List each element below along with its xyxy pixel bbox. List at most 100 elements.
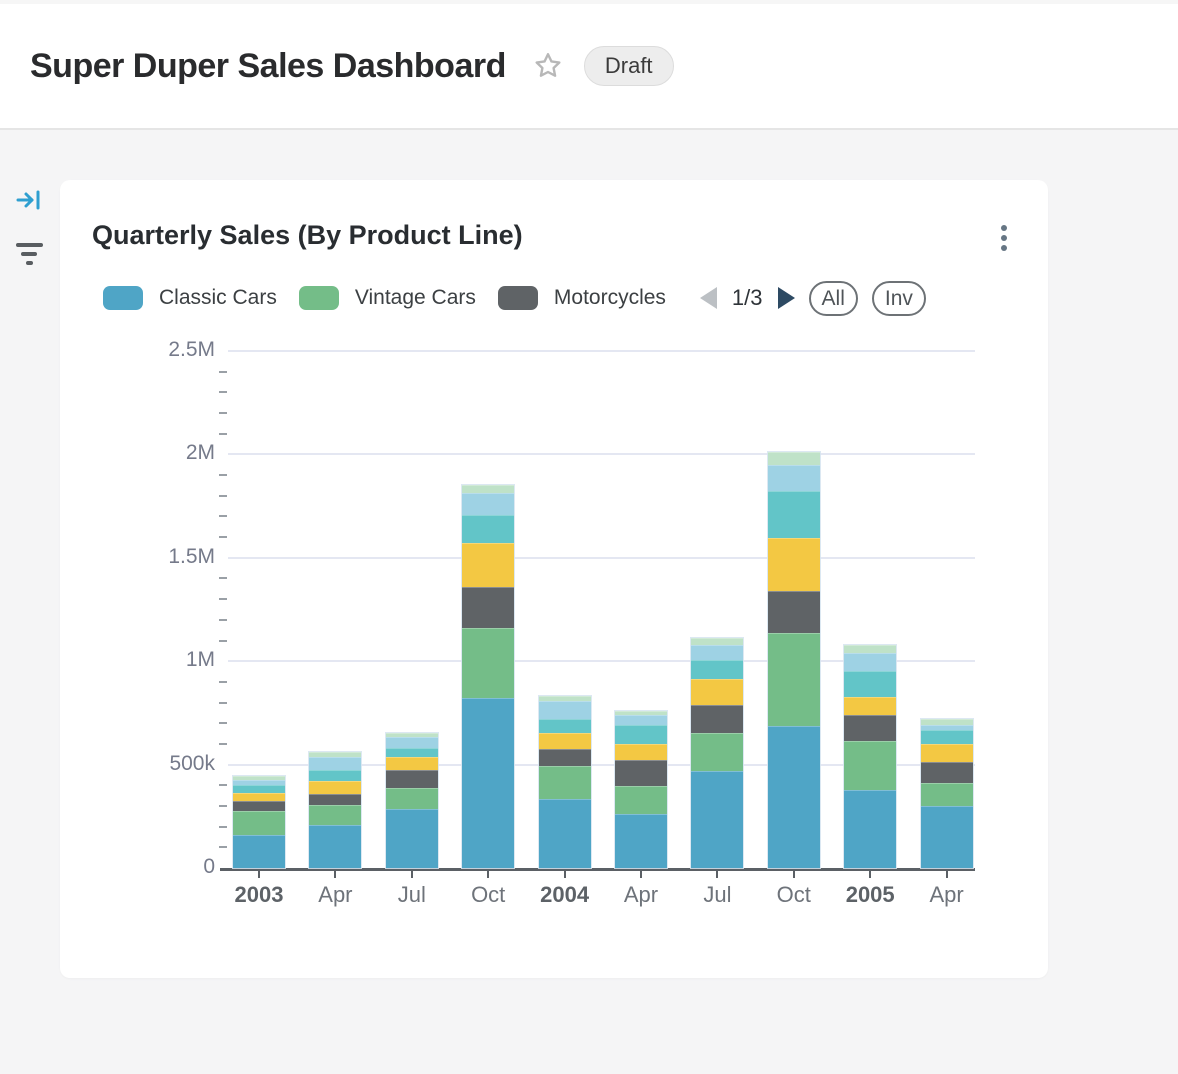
stacked-bar-oct[interactable] — [462, 485, 514, 868]
bar-segment[interactable] — [386, 748, 438, 757]
x-axis-tick — [334, 871, 336, 878]
bar-segment[interactable] — [844, 790, 896, 868]
bar-segment[interactable] — [462, 628, 514, 699]
bar-segment[interactable] — [386, 737, 438, 748]
bar-segment[interactable] — [386, 788, 438, 810]
bar-segment[interactable] — [462, 698, 514, 868]
x-axis-tick — [564, 871, 566, 878]
bar-segment[interactable] — [539, 733, 591, 749]
bar-segment[interactable] — [768, 591, 820, 632]
bar-segment[interactable] — [615, 760, 667, 787]
bar-segment[interactable] — [539, 799, 591, 868]
bar-segment[interactable] — [691, 771, 743, 868]
bar-segment[interactable] — [768, 633, 820, 726]
bar-segment[interactable] — [309, 805, 361, 825]
x-axis-tick — [793, 871, 795, 878]
stacked-bar-apr[interactable] — [615, 711, 667, 868]
bar-segment[interactable] — [309, 770, 361, 781]
bar-segment[interactable] — [462, 515, 514, 542]
bar-segment[interactable] — [462, 587, 514, 628]
y-minor-tick — [219, 805, 227, 807]
bar-segment[interactable] — [921, 744, 973, 763]
y-minor-tick — [219, 433, 227, 435]
bar-segment[interactable] — [386, 770, 438, 788]
y-minor-tick — [219, 846, 227, 848]
bar-segment[interactable] — [921, 783, 973, 806]
stacked-bar-jul[interactable] — [386, 733, 438, 868]
favorite-star-button[interactable] — [532, 50, 564, 82]
bar-segment[interactable] — [462, 485, 514, 493]
mini-sidebar — [0, 180, 58, 288]
bar-segment[interactable] — [615, 744, 667, 760]
bar-segment[interactable] — [768, 538, 820, 592]
stacked-bar-apr[interactable] — [309, 752, 361, 868]
bar-segment[interactable] — [539, 719, 591, 733]
bar-segment[interactable] — [386, 757, 438, 770]
stacked-bar-2004[interactable] — [539, 696, 591, 868]
y-minor-tick — [219, 577, 227, 579]
plot-area — [228, 351, 975, 868]
bar-segment[interactable] — [921, 762, 973, 783]
bar-segment[interactable] — [768, 726, 820, 868]
app-header: Super Duper Sales Dashboard Draft — [0, 4, 1178, 130]
x-axis-tick — [716, 871, 718, 878]
bar-segment[interactable] — [691, 733, 743, 771]
bar-segment[interactable] — [462, 493, 514, 516]
bar-segment[interactable] — [233, 811, 285, 835]
bar-segment[interactable] — [844, 671, 896, 697]
bar-segment[interactable] — [921, 806, 973, 868]
bar-segment[interactable] — [844, 697, 896, 716]
y-axis-label: 2M — [125, 441, 215, 465]
x-axis-tick — [487, 871, 489, 878]
y-minor-tick — [219, 495, 227, 497]
bar-segment[interactable] — [233, 793, 285, 802]
bar-segment[interactable] — [691, 660, 743, 678]
bar-segment[interactable] — [615, 814, 667, 868]
y-minor-tick — [219, 412, 227, 414]
stacked-bar-2003[interactable] — [233, 776, 285, 868]
bar-segment[interactable] — [844, 715, 896, 741]
x-axis-tick — [946, 871, 948, 878]
stacked-bar-apr[interactable] — [921, 719, 973, 868]
bar-segment[interactable] — [768, 452, 820, 465]
y-minor-tick — [219, 536, 227, 538]
bar-segment[interactable] — [844, 653, 896, 671]
collapse-panel-button[interactable] — [0, 180, 58, 220]
star-icon — [532, 50, 564, 82]
y-axis-label: 2.5M — [125, 338, 215, 362]
bar-segment[interactable] — [768, 465, 820, 492]
bar-segment[interactable] — [844, 645, 896, 653]
bar-segment[interactable] — [539, 749, 591, 767]
bar-segment[interactable] — [539, 766, 591, 799]
bar-segment[interactable] — [615, 786, 667, 814]
bar-segment[interactable] — [309, 825, 361, 868]
stacked-bar-jul[interactable] — [691, 638, 743, 868]
bar-segment[interactable] — [309, 781, 361, 794]
bar-segment[interactable] — [309, 757, 361, 770]
bar-segment[interactable] — [233, 785, 285, 792]
bar-segment[interactable] — [386, 809, 438, 868]
bar-segment[interactable] — [691, 679, 743, 706]
bar-segment[interactable] — [615, 715, 667, 725]
bar-segment[interactable] — [768, 491, 820, 537]
y-minor-tick — [219, 743, 227, 745]
y-minor-tick — [219, 702, 227, 704]
stacked-bar-oct[interactable] — [768, 452, 820, 868]
bar-segment[interactable] — [844, 741, 896, 790]
bar-segment[interactable] — [691, 705, 743, 733]
bar-segment[interactable] — [233, 835, 285, 869]
y-axis-label: 0 — [125, 855, 215, 879]
bar-segment[interactable] — [691, 645, 743, 660]
x-axis-tick — [869, 871, 871, 878]
stacked-bar-2005[interactable] — [844, 645, 896, 868]
bar-segment[interactable] — [921, 730, 973, 744]
bar-segment[interactable] — [539, 701, 591, 719]
bar-segment[interactable] — [691, 638, 743, 645]
bar-segment[interactable] — [309, 794, 361, 805]
filter-button[interactable] — [0, 234, 58, 274]
y-minor-tick — [219, 598, 227, 600]
bar-segment[interactable] — [233, 801, 285, 810]
bar-segment[interactable] — [462, 543, 514, 588]
y-minor-tick — [219, 474, 227, 476]
bar-segment[interactable] — [615, 725, 667, 744]
